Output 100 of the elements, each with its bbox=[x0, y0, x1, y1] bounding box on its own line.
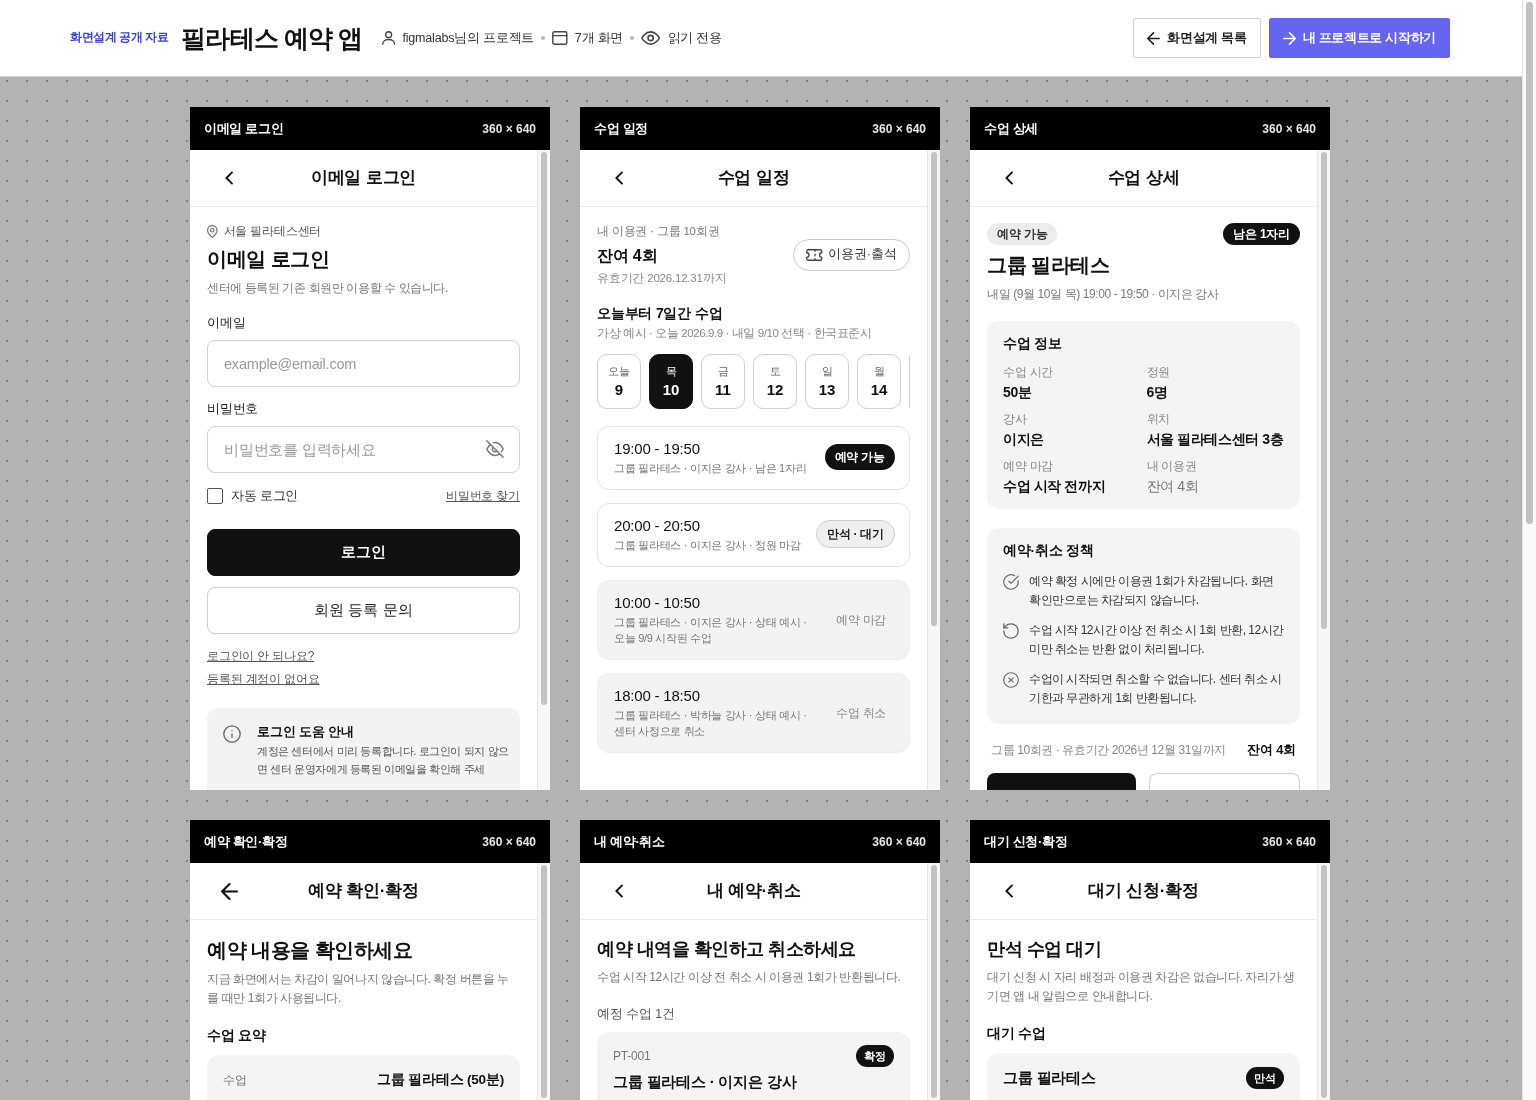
arrow-left-icon bbox=[220, 882, 238, 900]
status-text: 예약 마감 bbox=[835, 613, 887, 627]
password-field[interactable]: 비밀번호를 입력하세요 bbox=[207, 426, 520, 473]
section-title: 오늘부터 7일간 수업 bbox=[597, 304, 724, 323]
primary-button[interactable]: 로그인 bbox=[207, 528, 520, 576]
arrow-right-icon bbox=[1282, 31, 1296, 45]
status-badge: 남은 1자리 bbox=[1223, 223, 1300, 245]
frame-size-label: 360 × 640 bbox=[872, 833, 926, 851]
frame-size-label: 360 × 640 bbox=[482, 120, 536, 138]
panel-icon bbox=[552, 31, 568, 45]
status-badge: 예약 가능 bbox=[987, 223, 1058, 245]
status-badge: 예약 가능 bbox=[824, 444, 895, 470]
frame-title: 이메일 로그인 bbox=[204, 119, 284, 138]
info-label: 정원 bbox=[1146, 365, 1172, 380]
pass-button[interactable]: 이용권·출석 bbox=[793, 238, 910, 271]
summary-value: 그룹 필라테스 (50분) bbox=[377, 1071, 504, 1089]
remaining-count: 잔여 4회 bbox=[1247, 741, 1296, 759]
section-title: 수업 요약 bbox=[207, 1026, 267, 1045]
screen-title: 예약 확인·확정 bbox=[307, 880, 420, 903]
help-link[interactable]: 로그인이 안 되나요? bbox=[207, 646, 315, 665]
frame-size-label: 360 × 640 bbox=[872, 120, 926, 138]
arrow-left-icon bbox=[1147, 31, 1161, 45]
forgot-password-link[interactable]: 비밀번호 찾기 bbox=[446, 487, 520, 506]
page-description: 센터에 등록된 기존 회원만 이용할 수 있습니다. bbox=[207, 280, 449, 297]
class-meta: 그룹 필라테스 · 이지은 강사 · 상태 예시 · 오늘 9/9 시작된 수업 bbox=[614, 615, 808, 646]
eye-off-icon[interactable] bbox=[486, 440, 504, 458]
chevron-left-icon bbox=[1004, 884, 1014, 898]
class-card[interactable]: 20:00 - 20:50 그룹 필라테스 · 이지은 강사 · 정원 마감 만석 · 대기 bbox=[597, 503, 910, 567]
waitlist-card[interactable]: 그룹 필라테스 만석 bbox=[987, 1053, 1300, 1100]
date-chip[interactable]: 오늘 9 bbox=[597, 354, 641, 409]
pass-summary: 그룹 10회권 · 유효기간 2026년 12월 31일까지 bbox=[991, 742, 1226, 759]
info-value: 6명 bbox=[1146, 383, 1169, 402]
page-heading: 예약 내역을 확인하고 취소하세요 bbox=[597, 938, 857, 961]
page-heading: 예약 내용을 확인하세요 bbox=[207, 938, 414, 963]
date-chip[interactable]: 금 11 bbox=[701, 354, 745, 409]
booking-card[interactable]: PT-001 확정 그룹 필라테스 · 이지은 강사 bbox=[597, 1032, 910, 1100]
page-description: 대기 신청 시 자리 배정과 이용권 차감은 없습니다. 자리가 생기면 앱 내 알림으로 안내합니다. bbox=[987, 969, 1296, 1005]
outline-button[interactable]: 회원 등록 문의 bbox=[207, 586, 520, 634]
info-value: 50분 bbox=[1003, 383, 1033, 402]
status-badge: 만석 · 대기 bbox=[815, 520, 895, 548]
help-title: 로그인 도움 안내 bbox=[257, 722, 355, 741]
frame-title: 대기 신청·확정 bbox=[984, 832, 1068, 851]
validity-text: 유효기간 2026.12.31까지 bbox=[597, 271, 727, 286]
checkbox-label: 자동 로그인 bbox=[231, 488, 299, 505]
date-chip[interactable]: 목 10 bbox=[649, 354, 693, 409]
frame-size-label: 360 × 640 bbox=[1262, 833, 1316, 851]
date-chip[interactable]: 월 14 bbox=[857, 354, 901, 409]
info-card-title: 수업 정보 bbox=[1003, 335, 1063, 353]
eyebrow-label: 화면설계 공개 자료 bbox=[70, 30, 169, 46]
screen-title: 대기 신청·확정 bbox=[1087, 880, 1200, 903]
page-heading: 그룹 필라테스 bbox=[987, 253, 1111, 278]
help-text: 계정은 센터에서 미리 등록합니다. 로그인이 되지 않으면 센터 운영자에게 등록된 이메일을 확인해 주세 bbox=[257, 743, 510, 777]
page-heading: 이메일 로그인 bbox=[207, 247, 331, 272]
chevron-left-icon bbox=[224, 171, 234, 185]
meta-text: figmalabs님의 프로젝트 bbox=[402, 29, 535, 47]
page-description: 내일 (9월 10일 목) 19:00 - 19:50 · 이지은 강사 bbox=[987, 286, 1220, 303]
info-value: 서울 필라테스센터 3층 bbox=[1146, 430, 1284, 449]
start-button[interactable]: 내 프로젝트로 시작하기 bbox=[1268, 18, 1450, 58]
eye-icon bbox=[641, 31, 661, 45]
policy-title: 예약·취소 정책 bbox=[1003, 542, 1095, 560]
person-icon bbox=[382, 31, 396, 45]
class-card[interactable]: 10:00 - 10:50 그룹 필라테스 · 이지은 강사 · 상태 예시 · 오늘 9/9 시작된 수업 예약 마감 bbox=[597, 580, 910, 660]
class-card[interactable]: 18:00 - 18:50 그룹 필라테스 · 박하늘 강사 · 상태 예시 · 센터 사정으로 취소 수업 취소 bbox=[597, 673, 910, 753]
remaining-count: 잔여 4회 bbox=[597, 246, 659, 266]
class-meta: 그룹 필라테스 · 이지은 강사 · 남은 1자리 bbox=[614, 461, 808, 476]
info-label: 내 이용권 bbox=[1146, 459, 1198, 474]
info-label: 수업 시간 bbox=[1003, 365, 1055, 380]
screen-title: 수업 일정 bbox=[716, 167, 791, 190]
chevron-left-icon bbox=[614, 171, 624, 185]
section-title: 대기 수업 bbox=[987, 1024, 1047, 1043]
screen-title: 수업 상세 bbox=[1106, 167, 1181, 190]
frame-title: 수업 일정 bbox=[594, 119, 649, 138]
screen-title: 이메일 로그인 bbox=[309, 167, 418, 190]
frame-size-label: 360 × 640 bbox=[482, 833, 536, 851]
checkbox[interactable] bbox=[207, 488, 223, 505]
chevron-left-icon bbox=[614, 884, 624, 898]
info-value: 이지은 bbox=[1003, 430, 1045, 449]
date-chip[interactable]: 토 12 bbox=[753, 354, 797, 409]
page-heading: 만석 수업 대기 bbox=[987, 938, 1102, 961]
status-badge: 만석 bbox=[1246, 1067, 1284, 1089]
separator-dot-icon bbox=[541, 36, 546, 40]
rotate-left-icon bbox=[1003, 623, 1019, 639]
info-value: 잔여 4회 bbox=[1146, 477, 1200, 496]
class-time: 20:00 - 20:50 bbox=[614, 516, 701, 536]
page-description: 수업 시작 12시간 이상 전 취소 시 이용권 1회가 반환됩니다. bbox=[597, 969, 902, 986]
help-link[interactable]: 등록된 계정이 없어요 bbox=[207, 669, 320, 688]
ticket-icon bbox=[806, 248, 823, 261]
class-card[interactable]: 19:00 - 19:50 그룹 필라테스 · 이지은 강사 · 남은 1자리 예약 가능 bbox=[597, 426, 910, 490]
policy-text: 수업이 시작되면 취소할 수 없습니다. 센터 취소 시 기한과 무관하게 1회 반환됩니다. bbox=[1029, 671, 1283, 707]
status-badge: 확정 bbox=[856, 1045, 894, 1067]
summary-label: 수업 bbox=[223, 1072, 247, 1089]
list-button[interactable]: 화면설계 목록 bbox=[1133, 18, 1261, 58]
email-field[interactable]: example@email.com bbox=[207, 340, 520, 387]
separator-dot-icon bbox=[630, 36, 635, 40]
meta-text: 읽기 전용 bbox=[667, 29, 723, 47]
policy-text: 수업 시작 12시간 이상 전 취소 시 1회 반환, 12시간 미만 취소는 반환 없이 처리됩니다. bbox=[1029, 622, 1284, 658]
section-note: 가상 예시 · 오늘 2026.9.9 · 내일 9/10 선택 · 한국표준시 bbox=[597, 326, 873, 341]
status-text: 수업 취소 bbox=[835, 706, 887, 720]
date-chip[interactable]: 일 13 bbox=[805, 354, 849, 409]
outline-button[interactable] bbox=[1149, 773, 1300, 790]
